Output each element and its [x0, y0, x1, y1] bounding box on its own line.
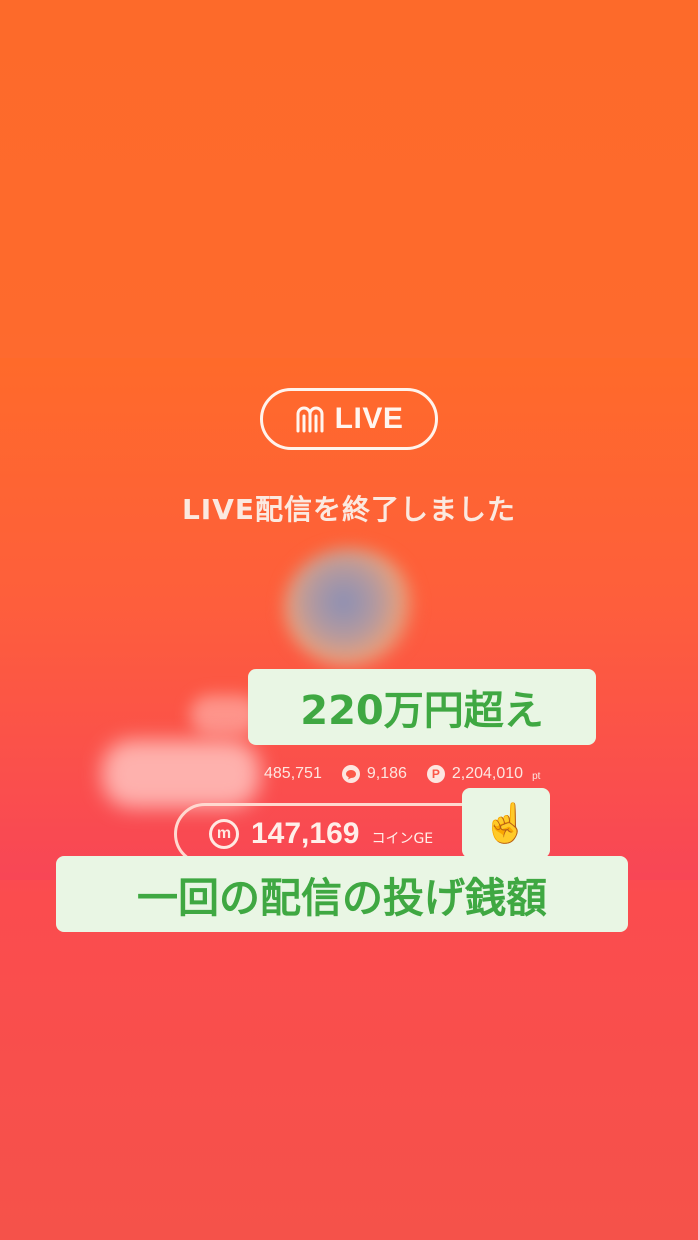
viewers-stat: 485,751: [264, 765, 322, 783]
points-icon: P: [426, 765, 445, 783]
pointing-up-icon: ☝️: [462, 788, 550, 858]
comments-count: 9,186: [366, 765, 407, 782]
coins-value: 147,169: [251, 817, 360, 850]
points-unit: pt: [532, 770, 541, 782]
comment-bubble-icon: [341, 765, 360, 783]
points-count: 2,204,010: [451, 765, 524, 782]
coins-unit: コインGE: [371, 831, 434, 847]
viewers-count: 485,751: [264, 765, 322, 782]
blurred-username-label: [102, 740, 260, 808]
mlive-logo: LIVE: [260, 388, 438, 450]
m-logo-icon: [295, 404, 329, 434]
avatar: [284, 548, 416, 668]
logo-live-text: LIVE: [334, 402, 404, 435]
points-stat: P 2,204,010 pt: [426, 765, 541, 783]
stats-row: 485,751 9,186 P 2,204,010 pt: [264, 763, 560, 785]
caption-amount: 220万円超え: [248, 669, 596, 745]
comments-stat: 9,186: [341, 765, 407, 783]
caption-description: 一回の配信の投げ銭額: [56, 856, 628, 932]
stream-ended-text: LIVE配信を終了しました: [181, 493, 517, 526]
coin-icon: m: [209, 819, 239, 849]
